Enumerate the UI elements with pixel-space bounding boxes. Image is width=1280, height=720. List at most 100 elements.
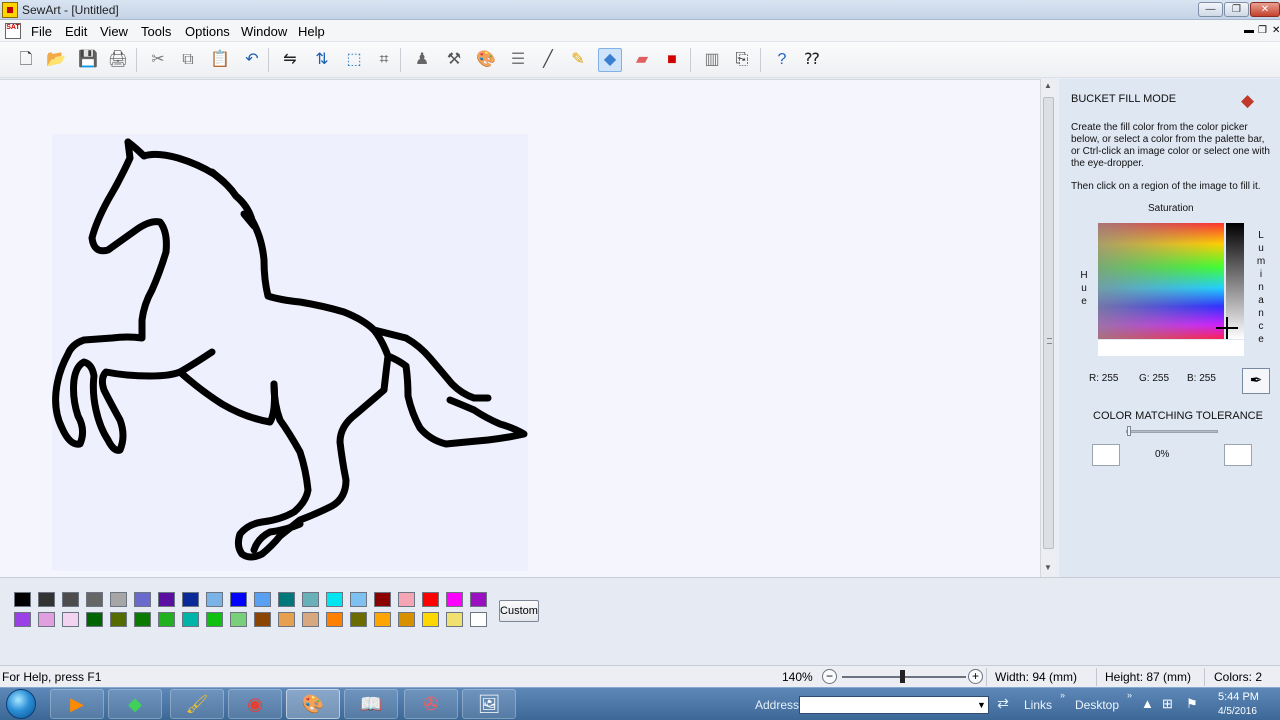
kindle-icon[interactable]: 📖 — [344, 689, 398, 719]
zoom-slider-thumb[interactable] — [900, 670, 905, 683]
palette-swatch[interactable] — [230, 592, 247, 607]
menu-options[interactable]: Options — [185, 24, 230, 39]
sewart-logo-icon[interactable]: SAT — [5, 23, 21, 39]
chrome-icon[interactable]: ◉ — [228, 689, 282, 719]
palette-swatch[interactable] — [374, 592, 391, 607]
eyedropper-button[interactable]: ✒ — [1242, 368, 1270, 394]
palette-swatch[interactable] — [398, 612, 415, 627]
menu-view[interactable]: View — [100, 24, 128, 39]
zoom-out-button[interactable]: − — [822, 669, 837, 684]
palette-swatch[interactable] — [110, 612, 127, 627]
open-folder-icon[interactable]: 📂 — [44, 48, 68, 72]
paste-icon[interactable]: 📋 — [208, 48, 232, 72]
palette-swatch[interactable] — [278, 612, 295, 627]
color-picker-crosshair[interactable] — [1216, 317, 1238, 339]
palette-swatch[interactable] — [86, 612, 103, 627]
tolerance-slider[interactable] — [1126, 430, 1218, 433]
stamp-icon[interactable]: ♟ — [410, 48, 434, 72]
palette-swatch[interactable] — [62, 592, 79, 607]
scroll-down-icon[interactable]: ▼ — [1044, 563, 1052, 572]
mdi-restore-button[interactable]: ❐ — [1258, 25, 1267, 36]
desktop-toolbar[interactable]: Desktop — [1075, 698, 1119, 712]
palette-swatch[interactable] — [182, 612, 199, 627]
desktop-chevron-icon[interactable]: » — [1127, 690, 1132, 700]
palette-swatch[interactable] — [422, 612, 439, 627]
color-replace-icon[interactable]: ■ — [660, 48, 684, 72]
pinwheel-icon[interactable]: ✇ — [404, 689, 458, 719]
palette-swatch[interactable] — [470, 612, 487, 627]
palette-swatch[interactable] — [182, 592, 199, 607]
palette-swatch[interactable] — [350, 612, 367, 627]
flip-horizontal-icon[interactable]: ⇋ — [278, 48, 302, 72]
vertical-scrollbar[interactable]: ▲ ▼ — [1040, 79, 1056, 577]
address-input[interactable] — [799, 696, 989, 714]
restore-button[interactable]: ❐ — [1224, 2, 1249, 17]
color-picker-spectrum[interactable] — [1098, 223, 1224, 339]
menu-edit[interactable]: Edit — [65, 24, 87, 39]
menu-help[interactable]: Help — [298, 24, 325, 39]
palette-swatch[interactable] — [254, 612, 271, 627]
palette-swatch[interactable] — [158, 612, 175, 627]
action-center-icon[interactable]: ⚑ — [1186, 696, 1198, 712]
tray-expand-icon[interactable]: ▲ — [1141, 696, 1154, 711]
menu-tools[interactable]: Tools — [141, 24, 171, 39]
palette-swatch[interactable] — [302, 612, 319, 627]
palette-swatch[interactable] — [398, 592, 415, 607]
sew-icon[interactable]: ⎘ — [730, 48, 754, 72]
palette-swatch[interactable] — [38, 592, 55, 607]
save-icon[interactable]: 💾 — [76, 48, 100, 72]
palette-swatch[interactable] — [206, 612, 223, 627]
mdi-close-button[interactable]: ✕ — [1272, 25, 1280, 36]
undo-icon[interactable]: ↶ — [240, 48, 264, 72]
zoom-in-button[interactable]: + — [968, 669, 983, 684]
bucket-fill-icon[interactable]: ◆ — [598, 48, 622, 72]
palette-swatch[interactable] — [110, 592, 127, 607]
cut-icon[interactable]: ✂ — [146, 48, 170, 72]
palette-swatch[interactable] — [206, 592, 223, 607]
palette-swatch[interactable] — [86, 592, 103, 607]
links-toolbar[interactable]: Links — [1024, 698, 1052, 712]
palette-swatch[interactable] — [326, 592, 343, 607]
help-icon[interactable]: ? — [770, 48, 794, 72]
palette-swatch[interactable] — [134, 592, 151, 607]
pencil-icon[interactable]: ✎ — [566, 48, 590, 72]
links-chevron-icon[interactable]: » — [1060, 690, 1065, 700]
line-icon[interactable]: ╱ — [536, 48, 560, 72]
crop-icon[interactable]: ⌗ — [372, 48, 396, 72]
scroll-up-icon[interactable]: ▲ — [1044, 81, 1052, 90]
resize-icon[interactable]: ⬚ — [342, 48, 366, 72]
flip-vertical-icon[interactable]: ⇅ — [310, 48, 334, 72]
palette-swatch[interactable] — [326, 612, 343, 627]
palette-swatch[interactable] — [446, 612, 463, 627]
sims-icon[interactable]: ◆ — [108, 689, 162, 719]
context-help-icon[interactable]: ⁇ — [800, 48, 824, 72]
title-bar[interactable]: SewArt - [Untitled] — ❐ ✕ — [0, 0, 1280, 20]
palette-swatch[interactable] — [38, 612, 55, 627]
clock-date[interactable]: 4/5/2016 — [1218, 706, 1257, 717]
palette-swatch[interactable] — [62, 612, 79, 627]
eraser-icon[interactable]: ▰ — [630, 48, 654, 72]
clock-time[interactable]: 5:44 PM — [1218, 691, 1259, 703]
palette-swatch[interactable] — [422, 592, 439, 607]
palette-swatch[interactable] — [374, 612, 391, 627]
frame-icon[interactable]: ▥ — [700, 48, 724, 72]
tools-icon[interactable]: ⚒ — [442, 48, 466, 72]
mdi-minimize-button[interactable]: ▬ — [1244, 25, 1254, 36]
palette-swatch[interactable] — [134, 612, 151, 627]
menu-file[interactable]: File — [31, 24, 52, 39]
palette-swatch[interactable] — [230, 612, 247, 627]
palette-swatch[interactable] — [350, 592, 367, 607]
media-player-icon[interactable]: ▶ — [50, 689, 104, 719]
custom-color-button[interactable]: Custom — [499, 600, 539, 622]
palette-swatch[interactable] — [254, 592, 271, 607]
palette-swatch[interactable] — [470, 592, 487, 607]
sewart-icon[interactable]: 🎨 — [286, 689, 340, 719]
paint-icon[interactable]: 🖌 — [170, 689, 224, 719]
drawing-canvas[interactable] — [52, 134, 528, 571]
photo-app-icon[interactable]: 🖼 — [462, 689, 516, 719]
tolerance-slider-thumb[interactable] — [1127, 426, 1131, 436]
palette-swatch[interactable] — [158, 592, 175, 607]
palette-swatch[interactable] — [302, 592, 319, 607]
address-go-icon[interactable]: ⇄ — [993, 695, 1013, 715]
new-file-icon[interactable]: 🗋 — [14, 48, 38, 72]
